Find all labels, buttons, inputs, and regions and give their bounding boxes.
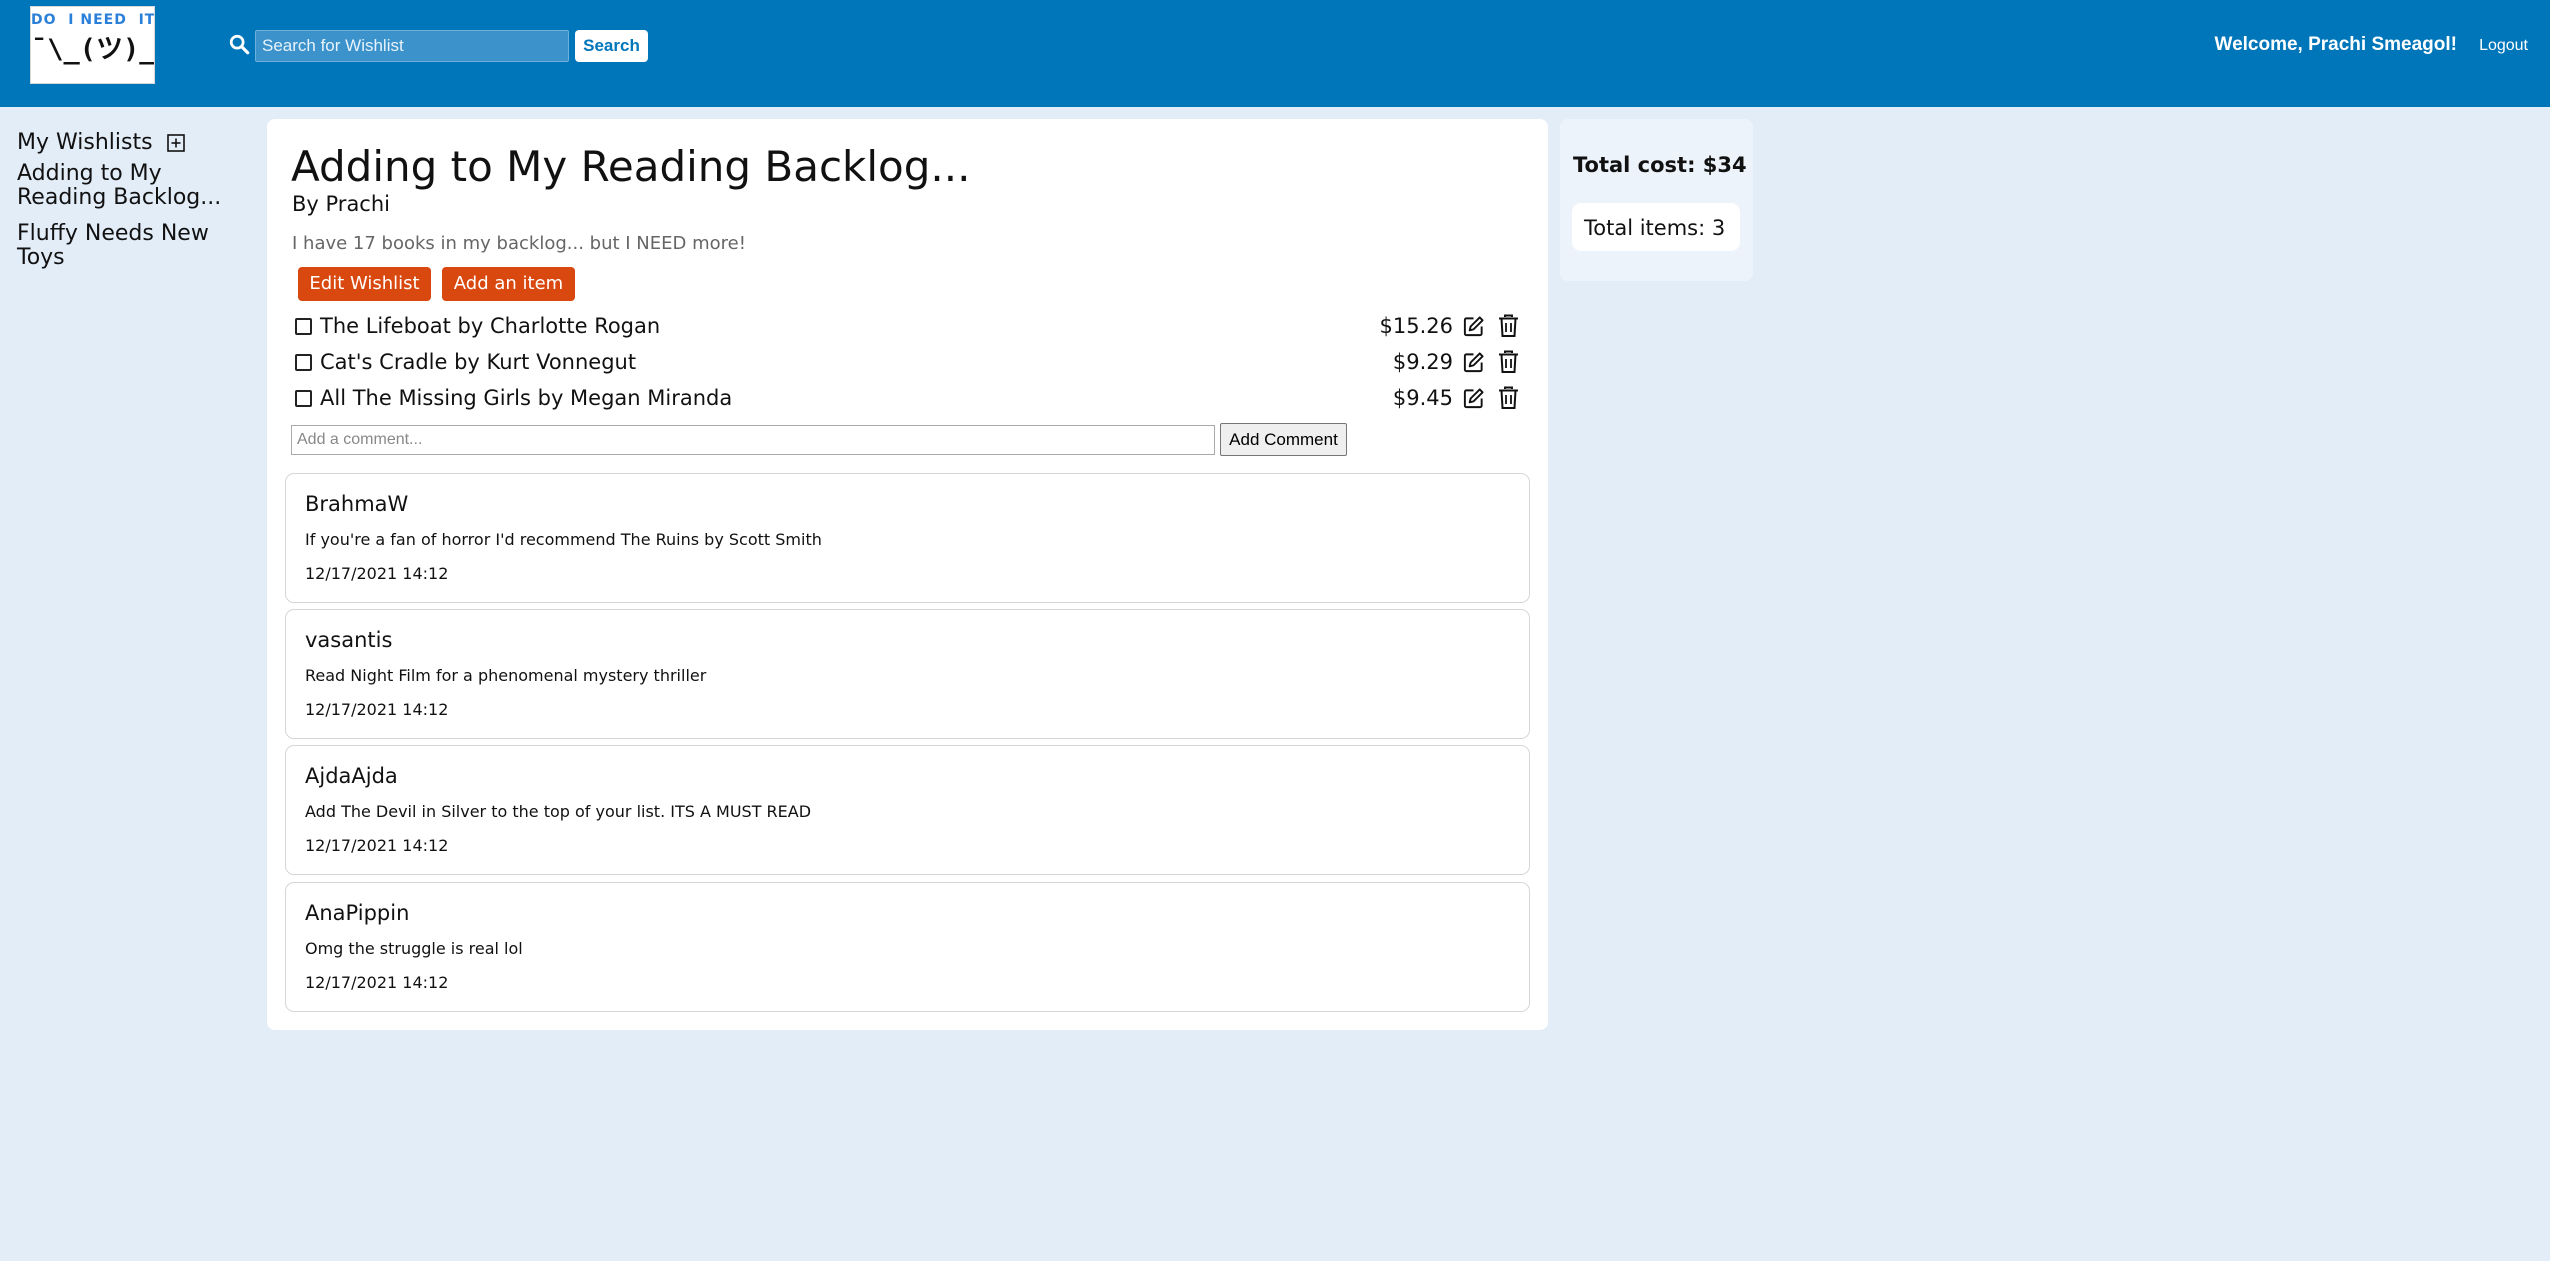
trash-icon[interactable] [1498,386,1519,410]
comment-author: AnaPippin [305,901,410,925]
add-comment-button[interactable]: Add Comment [1220,423,1347,456]
comment-author: BrahmaW [305,492,409,516]
search-input[interactable] [255,30,569,62]
welcome-message: Welcome, Prachi Smeagol! [2214,34,2457,55]
sidebar-item-reading-backlog[interactable]: Adding to My Reading Backlog... [17,162,247,210]
comment-text: Add The Devil in Silver to the top of yo… [305,802,812,821]
comment-author: AjdaAjda [305,764,398,788]
edit-icon[interactable] [1462,351,1485,374]
add-item-button[interactable]: Add an item [442,267,575,301]
comment-input[interactable] [291,425,1215,455]
total-items-box: Total items: 3 [1572,203,1740,251]
page-title: Adding to My Reading Backlog... [291,142,971,191]
comment-author: vasantis [305,628,393,652]
comment-text: Omg the struggle is real lol [305,939,523,958]
search-icon [229,34,250,55]
edit-icon[interactable] [1462,315,1485,338]
wishlist-item: Cat's Cradle by Kurt Vonnegut $9.29 [295,348,1525,378]
wishlist-item: The Lifeboat by Charlotte Rogan $15.26 [295,312,1525,342]
edit-wishlist-button[interactable]: Edit Wishlist [298,267,431,301]
add-wishlist-icon[interactable] [166,134,185,152]
search-button[interactable]: Search [575,30,648,62]
comment-card: AnaPippin Omg the struggle is real lol 1… [285,882,1530,1012]
logout-link[interactable]: Logout [2479,37,2528,55]
top-navbar: DO I NEED IT? ¯\_(ツ)_/¯ Search Welcome, … [0,0,2550,107]
summary-panel: Total cost: $34 Total items: 3 [1560,119,1753,281]
comment-text: Read Night Film for a phenomenal mystery… [305,666,707,685]
item-name: All The Missing Girls by Megan Miranda [320,386,733,410]
item-name: Cat's Cradle by Kurt Vonnegut [320,350,637,374]
logo-shrug: ¯\_(ツ)_/¯ [31,34,155,65]
sidebar-item-fluffy-toys[interactable]: Fluffy Needs New Toys [17,222,247,270]
item-price: $15.26 [1379,314,1453,338]
comment-timestamp: 12/17/2021 14:12 [305,700,449,719]
trash-icon[interactable] [1498,314,1519,338]
comment-timestamp: 12/17/2021 14:12 [305,564,449,583]
comment-card: vasantis Read Night Film for a phenomena… [285,609,1530,739]
item-name: The Lifeboat by Charlotte Rogan [320,314,661,338]
item-checkbox[interactable] [295,390,312,407]
wishlist-description: I have 17 books in my backlog... but I N… [292,233,746,254]
item-checkbox[interactable] [295,318,312,335]
sidebar-heading: My Wishlists [17,130,153,155]
comment-timestamp: 12/17/2021 14:12 [305,973,449,992]
item-price: $9.45 [1392,386,1453,410]
comment-text: If you're a fan of horror I'd recommend … [305,530,822,549]
total-cost: Total cost: $34 [1573,153,1747,177]
site-logo[interactable]: DO I NEED IT? ¯\_(ツ)_/¯ [30,6,155,84]
logo-title: DO I NEED IT? [31,12,155,28]
edit-icon[interactable] [1462,387,1485,410]
comment-timestamp: 12/17/2021 14:12 [305,836,449,855]
comment-card: AjdaAjda Add The Devil in Silver to the … [285,745,1530,875]
total-items: Total items: 3 [1584,216,1726,240]
sidebar: My Wishlists Adding to My Reading Backlo… [17,128,257,282]
wishlist-item: All The Missing Girls by Megan Miranda $… [295,384,1525,414]
wishlist-author: By Prachi [292,192,390,216]
comment-card: BrahmaW If you're a fan of horror I'd re… [285,473,1530,603]
trash-icon[interactable] [1498,350,1519,374]
wishlist-panel: Adding to My Reading Backlog... By Prach… [267,119,1548,1030]
item-price: $9.29 [1392,350,1453,374]
sidebar-heading-row: My Wishlists [17,128,257,158]
item-checkbox[interactable] [295,354,312,371]
